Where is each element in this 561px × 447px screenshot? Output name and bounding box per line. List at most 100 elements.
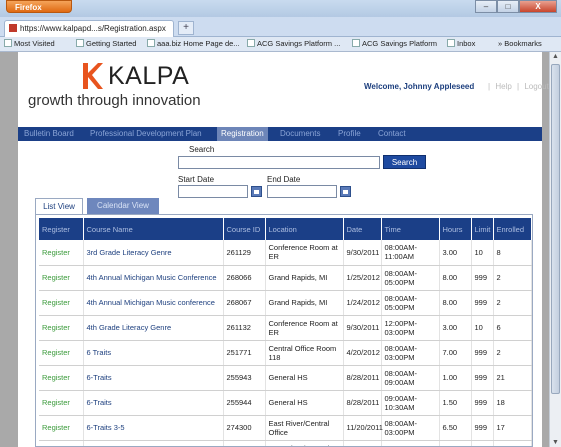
limit: 999 (471, 390, 494, 416)
nav-profile[interactable]: Profile (338, 127, 361, 141)
enrolled: 2 (493, 265, 532, 291)
logout-link[interactable]: Logout (524, 82, 548, 91)
nav-professional-development-plan[interactable]: Professional Development Plan (90, 127, 202, 141)
welcome-message: Welcome, Johnny Appleseed (364, 82, 475, 91)
scroll-up-arrow-icon[interactable]: ▲ (552, 53, 559, 60)
register-link[interactable]: Register (39, 440, 84, 446)
time: 12:00PM-03:00PM (381, 315, 440, 341)
header-time[interactable]: Time (381, 218, 440, 240)
nav-contact[interactable]: Contact (378, 127, 406, 141)
course-name-link[interactable]: 6 Traits (83, 340, 224, 366)
register-link[interactable]: Register (39, 365, 84, 391)
vertical-scrollbar[interactable]: ▲ ▼ (549, 52, 561, 447)
course-id: 268067 (223, 290, 266, 316)
course-name-link[interactable]: 6-Traits 3-5 (83, 440, 224, 446)
help-link[interactable]: Help (495, 82, 511, 91)
course-table-panel: Register Course Name Course ID Location … (35, 214, 533, 447)
table-row: Register 6 Traits 251771 Central Office Roo… (39, 340, 532, 366)
course-name-link[interactable]: 6-Traits (83, 390, 224, 416)
register-link[interactable]: Register (39, 340, 84, 366)
register-link[interactable]: Register (39, 415, 84, 441)
end-date-input[interactable] (267, 185, 337, 198)
location: Central Office Room 118 (265, 340, 344, 366)
course-name-link[interactable]: 3rd Grade Literacy Genre (83, 240, 224, 266)
table-row: Register 3rd Grade Literacy Genre 261129 Co… (39, 240, 532, 266)
table-header-row: Register Course Name Course ID Location … (39, 218, 532, 240)
location: East River/Central Office (265, 440, 344, 446)
course-name-link[interactable]: 6-Traits 3-5 (83, 415, 224, 441)
bookmark-icon (147, 39, 155, 47)
header-course-name[interactable]: Course Name (83, 218, 224, 240)
course-name-link[interactable]: 6-Traits (83, 365, 224, 391)
header-enrolled[interactable]: Enrolled (493, 218, 532, 240)
bookmark-getting-started[interactable]: Getting Started (76, 39, 136, 48)
scroll-thumb[interactable] (551, 64, 560, 394)
bookmark-inbox[interactable]: Inbox (447, 39, 475, 48)
start-date-input[interactable] (178, 185, 248, 198)
new-tab-button[interactable]: + (178, 21, 194, 35)
header-register[interactable]: Register (39, 218, 84, 240)
time: 08:00AM-03:00PM (381, 440, 440, 446)
search-button[interactable]: Search (383, 155, 426, 169)
tab-list-view[interactable]: List View (35, 198, 83, 214)
location: General HS (265, 365, 344, 391)
close-window-button[interactable]: X (519, 0, 557, 13)
maximize-button[interactable]: □ (497, 0, 519, 13)
hours: 6.50 (439, 440, 472, 446)
tab-title: https://www.kalpapd...s/Registration.asp… (20, 24, 166, 33)
register-link[interactable]: Register (39, 265, 84, 291)
title-bar: Firefox – □ X (0, 0, 561, 17)
firefox-menu-button[interactable]: Firefox (6, 0, 72, 13)
date: 9/30/2011 (343, 315, 382, 341)
time: 08:00AM-05:00PM (381, 265, 440, 291)
header-date[interactable]: Date (343, 218, 382, 240)
time: 08:00AM-03:00PM (381, 340, 440, 366)
bookmarks-menu[interactable]: » Bookmarks (498, 39, 542, 48)
register-link[interactable]: Register (39, 290, 84, 316)
favicon-icon (9, 24, 17, 32)
enrolled: 2 (493, 290, 532, 316)
nav-bulletin-board[interactable]: Bulletin Board (24, 127, 74, 141)
register-link[interactable]: Register (39, 315, 84, 341)
page-viewport: KALPA growth through innovation Welcome,… (0, 52, 549, 447)
start-date-calendar-icon[interactable] (251, 186, 262, 197)
search-input[interactable] (178, 156, 380, 169)
bookmark-icon (76, 39, 84, 47)
location: Conference Room at ER (265, 315, 344, 341)
header-hours[interactable]: Hours (439, 218, 472, 240)
start-date-label: Start Date (178, 175, 215, 184)
register-link[interactable]: Register (39, 240, 84, 266)
header-limit[interactable]: Limit (471, 218, 494, 240)
end-date-label: End Date (267, 175, 301, 184)
limit: 10 (471, 240, 494, 266)
bookmark-acg-savings-1[interactable]: ACG Savings Platform ... (247, 39, 340, 48)
browser-tab[interactable]: https://www.kalpapd...s/Registration.asp… (4, 20, 174, 37)
table-row: Register 6-Traits 255943 General HS 8/28/201… (39, 365, 532, 391)
tab-calendar-view[interactable]: Calendar View (87, 198, 159, 214)
course-name-link[interactable]: 4th Annual Michigan Music conference (83, 290, 224, 316)
course-name-link[interactable]: 4th Annual Michigan Music Conference (83, 265, 224, 291)
date: 11/20/2011 (343, 415, 383, 441)
nav-registration[interactable]: Registration (217, 127, 268, 141)
header-location[interactable]: Location (265, 218, 344, 240)
end-date-calendar-icon[interactable] (340, 186, 351, 197)
course-id: 274300 (223, 415, 266, 441)
time: 08:00AM-11:00AM (381, 240, 440, 266)
register-link[interactable]: Register (39, 390, 84, 416)
enrolled: 8 (493, 240, 532, 266)
date: 8/28/2011 (343, 365, 382, 391)
date: 8/28/2011 (343, 390, 382, 416)
bookmark-acg-savings-2[interactable]: ACG Savings Platform (352, 39, 437, 48)
nav-documents[interactable]: Documents (280, 127, 320, 141)
scroll-down-arrow-icon[interactable]: ▼ (552, 439, 559, 446)
time: 08:00AM-05:00PM (381, 290, 440, 316)
date: 9/30/2011 (343, 240, 382, 266)
bookmark-aaa-biz[interactable]: aaa.biz Home Page de... (147, 39, 240, 48)
location: Grand Rapids, MI (265, 290, 344, 316)
kalpa-k-logo-icon (83, 63, 103, 89)
minimize-button[interactable]: – (475, 0, 497, 13)
course-name-link[interactable]: 4th Grade Literacy Genre (83, 315, 224, 341)
hours: 8.00 (439, 265, 472, 291)
header-course-id[interactable]: Course ID (223, 218, 266, 240)
bookmark-most-visited[interactable]: Most Visited (4, 39, 55, 48)
